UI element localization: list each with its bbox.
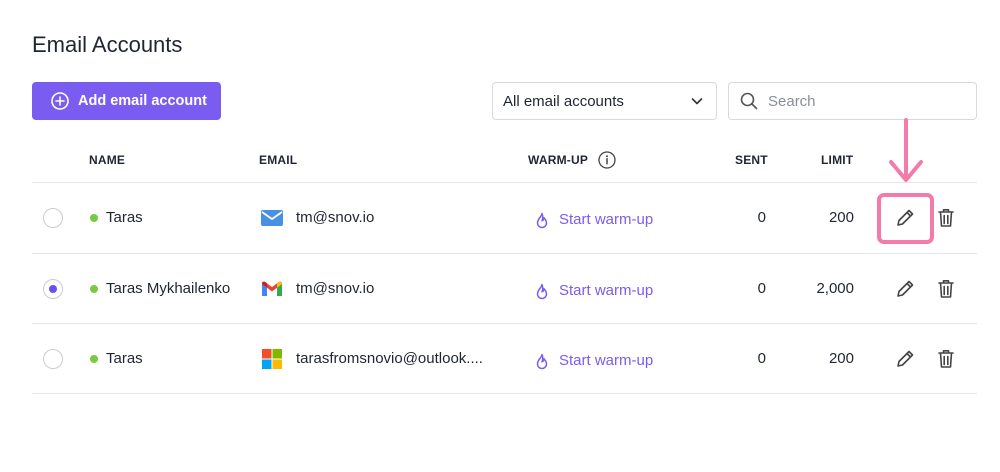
flame-icon bbox=[534, 212, 550, 230]
divider bbox=[32, 393, 977, 394]
edit-button[interactable] bbox=[894, 278, 916, 300]
account-name: Taras Mykhailenko bbox=[106, 280, 231, 297]
trash-icon bbox=[938, 350, 954, 368]
account-name: Taras bbox=[106, 209, 143, 226]
account-email: tm@snov.io bbox=[296, 209, 375, 226]
flame-icon bbox=[534, 353, 550, 371]
column-header-email[interactable]: EMAIL bbox=[259, 153, 297, 167]
page-title: Email Accounts bbox=[32, 32, 183, 57]
start-warmup-label: Start warm-up bbox=[559, 351, 654, 369]
plus-circle-icon bbox=[51, 92, 69, 110]
status-dot bbox=[90, 355, 98, 363]
flame-icon bbox=[534, 283, 550, 301]
limit-value: 2,000 bbox=[816, 280, 854, 297]
account-email: tarasfromsnovio@outlook.... bbox=[296, 350, 483, 367]
chevron-down-icon bbox=[690, 94, 704, 108]
delete-button[interactable] bbox=[936, 207, 956, 229]
account-email: tm@snov.io bbox=[296, 280, 375, 297]
limit-value: 200 bbox=[828, 350, 854, 367]
table-row: Taras tarasfromsnovio@outlook.... Start … bbox=[32, 324, 977, 394]
column-header-sent[interactable]: SENT bbox=[735, 153, 768, 167]
trash-icon bbox=[938, 280, 954, 298]
status-dot bbox=[90, 285, 98, 293]
search-box[interactable] bbox=[728, 82, 977, 120]
start-warmup-label: Start warm-up bbox=[559, 281, 654, 299]
account-filter-value: All email accounts bbox=[503, 92, 624, 110]
start-warmup-label: Start warm-up bbox=[559, 210, 654, 228]
annotation-highlight-box bbox=[877, 193, 934, 244]
gmail-icon bbox=[260, 279, 284, 299]
start-warmup-link[interactable]: Start warm-up bbox=[534, 349, 653, 371]
delete-button[interactable] bbox=[936, 348, 956, 370]
column-header-warmup[interactable]: WARM-UP bbox=[528, 153, 588, 167]
table-row: Taras tm@snov.io Start warm-up 0 200 bbox=[32, 183, 977, 253]
mail-icon bbox=[260, 208, 284, 228]
start-warmup-link[interactable]: Start warm-up bbox=[534, 279, 653, 301]
add-email-account-label: Add email account bbox=[78, 93, 207, 109]
trash-icon bbox=[938, 209, 954, 227]
pencil-icon bbox=[897, 280, 914, 297]
row-select-radio[interactable] bbox=[43, 349, 63, 369]
sent-count: 0 bbox=[757, 209, 766, 226]
limit-value: 200 bbox=[828, 209, 854, 226]
outlook-icon bbox=[260, 349, 284, 369]
annotation-arrow-icon bbox=[889, 118, 923, 182]
search-icon bbox=[740, 92, 758, 110]
column-header-limit[interactable]: LIMIT bbox=[821, 153, 853, 167]
pencil-icon bbox=[897, 350, 914, 367]
start-warmup-link[interactable]: Start warm-up bbox=[534, 208, 653, 230]
sent-count: 0 bbox=[757, 280, 766, 297]
account-filter-select[interactable]: All email accounts bbox=[492, 82, 717, 120]
delete-button[interactable] bbox=[936, 278, 956, 300]
row-select-radio[interactable] bbox=[43, 279, 63, 299]
info-icon[interactable] bbox=[598, 151, 616, 169]
account-name: Taras bbox=[106, 350, 143, 367]
table-row: Taras Mykhailenko tm@snov.io Start warm-… bbox=[32, 254, 977, 324]
sent-count: 0 bbox=[757, 350, 766, 367]
search-input[interactable] bbox=[768, 92, 958, 110]
column-header-name[interactable]: NAME bbox=[89, 153, 125, 167]
status-dot bbox=[90, 214, 98, 222]
row-select-radio[interactable] bbox=[43, 208, 63, 228]
add-email-account-button[interactable]: Add email account bbox=[32, 82, 221, 120]
edit-button[interactable] bbox=[894, 348, 916, 370]
